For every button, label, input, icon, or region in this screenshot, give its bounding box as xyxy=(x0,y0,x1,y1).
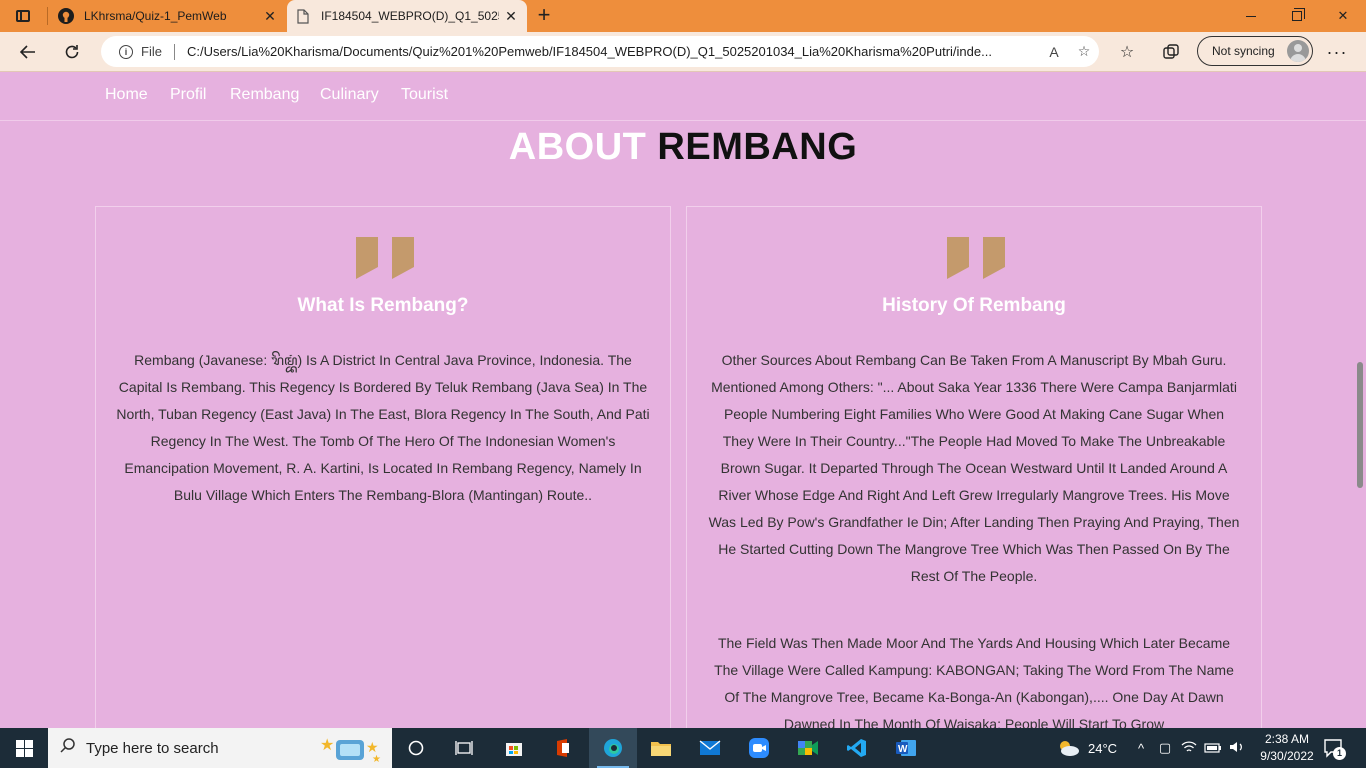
search-highlight-icon: ★ ★ ★ xyxy=(320,737,381,764)
avatar xyxy=(1287,40,1309,62)
reload-icon xyxy=(65,45,79,59)
vscode-icon[interactable] xyxy=(833,728,881,768)
back-arrow-icon xyxy=(20,45,35,59)
title-about: ABOUT xyxy=(508,126,647,168)
card-heading: History Of Rembang xyxy=(882,295,1066,316)
github-icon xyxy=(58,8,74,24)
minimize-button[interactable] xyxy=(1228,0,1274,32)
nav-profil[interactable]: Profil xyxy=(170,86,206,104)
tab-github[interactable]: LKhrsma/Quiz-1_PemWeb ✕ xyxy=(50,0,286,32)
cortana-icon[interactable] xyxy=(392,728,440,768)
weather-temp: 24°C xyxy=(1088,740,1118,756)
edge-icon[interactable] xyxy=(589,728,637,768)
tab-strip: LKhrsma/Quiz-1_PemWeb ✕ IF184504_WEBPRO(… xyxy=(0,0,1366,32)
scrollbar-thumb[interactable] xyxy=(1357,362,1363,488)
task-view-icon[interactable] xyxy=(440,728,488,768)
file-label: File xyxy=(141,44,162,59)
svg-text:W: W xyxy=(898,744,908,755)
nav-culinary[interactable]: Culinary xyxy=(320,86,379,104)
site-info-icon[interactable]: i xyxy=(119,44,133,59)
nav-tourist[interactable]: Tourist xyxy=(401,86,448,104)
page-title: ABOUT REMBANG xyxy=(0,126,1366,169)
tab-close-icon[interactable]: ✕ xyxy=(499,4,523,28)
network-icon[interactable] xyxy=(1177,740,1201,757)
quote-icon xyxy=(356,237,414,279)
reload-button[interactable] xyxy=(57,37,87,67)
notification-badge: 1 xyxy=(1333,747,1346,760)
nav-rembang[interactable]: Rembang xyxy=(230,86,299,104)
tab-actions-icon xyxy=(16,10,30,22)
new-tab-button[interactable]: + xyxy=(532,4,556,28)
taskbar-search[interactable]: Type here to search ★ ★ ★ xyxy=(48,728,392,768)
weather-widget[interactable]: 24°C xyxy=(1056,728,1117,768)
more-menu-icon[interactable]: ··· xyxy=(1322,37,1352,67)
collections-icon[interactable] xyxy=(1156,37,1186,67)
page-viewport: Home Profil Rembang Culinary Tourist ABO… xyxy=(0,72,1366,728)
notification-center-button[interactable]: 1 xyxy=(1322,736,1346,760)
address-bar-row: i File C:/Users/Lia%20Kharisma/Documents… xyxy=(0,32,1366,72)
search-placeholder: Type here to search xyxy=(86,739,219,757)
tab-title: LKhrsma/Quiz-1_PemWeb xyxy=(84,9,227,23)
quote-icon xyxy=(947,237,1005,279)
volume-icon[interactable] xyxy=(1225,740,1249,757)
show-hidden-icons-icon[interactable]: ^ xyxy=(1133,741,1149,756)
store-icon[interactable] xyxy=(490,728,538,768)
card-paragraph: Other Sources About Rembang Can Be Taken… xyxy=(708,352,1240,584)
weather-icon xyxy=(1060,741,1079,756)
close-window-button[interactable]: ✕ xyxy=(1320,0,1366,32)
meet-icon[interactable] xyxy=(784,728,832,768)
read-aloud-icon[interactable]: A xyxy=(1039,44,1069,60)
word-icon[interactable]: W xyxy=(882,728,930,768)
restore-button[interactable] xyxy=(1274,0,1320,32)
tab-actions-button[interactable] xyxy=(8,4,38,28)
tab-separator xyxy=(47,7,48,25)
card-what-is-rembang: What Is Rembang? Rembang (Javanese: ꦫꦼꦩ꧀… xyxy=(95,206,671,728)
file-icon xyxy=(295,8,311,24)
svg-text:★: ★ xyxy=(320,737,334,754)
card-paragraph: Rembang (Javanese: ꦫꦼꦩ꧀ꦧꦁ) Is A District… xyxy=(116,352,650,503)
profile-label: Not syncing xyxy=(1212,44,1275,58)
restore-icon xyxy=(1292,8,1305,21)
favorites-icon[interactable]: ☆ xyxy=(1112,37,1142,67)
mail-icon[interactable] xyxy=(686,728,734,768)
page-scrollbar[interactable] xyxy=(1354,72,1366,728)
card-heading: What Is Rembang? xyxy=(297,295,469,316)
card-history-of-rembang: History Of Rembang Other Sources About R… xyxy=(686,206,1262,728)
search-icon xyxy=(60,737,76,759)
file-explorer-icon[interactable] xyxy=(637,728,685,768)
office-icon[interactable] xyxy=(539,728,587,768)
url-text[interactable]: C:/Users/Lia%20Kharisma/Documents/Quiz%2… xyxy=(187,44,1039,59)
address-separator xyxy=(173,43,175,60)
tab-close-icon[interactable]: ✕ xyxy=(258,4,282,28)
clock-time: 2:38 AM xyxy=(1264,732,1310,746)
back-button[interactable] xyxy=(13,37,43,67)
windows-icon xyxy=(15,739,33,757)
svg-text:★: ★ xyxy=(372,754,381,764)
tab-active-page[interactable]: IF184504_WEBPRO(D)_Q1_5025201034_Lia Kha… xyxy=(287,0,527,32)
meet-now-icon[interactable]: ▢ xyxy=(1153,740,1177,756)
tray-icons: ^ ▢ xyxy=(1133,728,1249,768)
profile-button[interactable]: Not syncing xyxy=(1197,36,1313,66)
add-favorite-icon[interactable]: ☆ xyxy=(1069,43,1099,60)
card-paragraph: The Field Was Then Made Moor And The Yar… xyxy=(714,635,1234,728)
start-button[interactable] xyxy=(0,728,48,768)
minimize-icon xyxy=(1246,15,1256,17)
nav-home[interactable]: Home xyxy=(105,86,148,104)
tab-title: IF184504_WEBPRO(D)_Q1_5025201034_Lia Kha… xyxy=(321,9,499,23)
zoom-icon[interactable] xyxy=(735,728,783,768)
taskbar: Type here to search ★ ★ ★ W 24°C ^ ▢ 2:3… xyxy=(0,728,1366,768)
address-bar[interactable]: i File C:/Users/Lia%20Kharisma/Documents… xyxy=(101,36,1099,67)
site-navbar: Home Profil Rembang Culinary Tourist xyxy=(0,72,1366,121)
title-rembang: REMBANG xyxy=(657,126,858,168)
system-clock[interactable]: 2:38 AM 9/30/2022 xyxy=(1252,731,1322,765)
battery-icon[interactable] xyxy=(1201,741,1225,756)
svg-text:★: ★ xyxy=(366,739,379,755)
clock-date: 9/30/2022 xyxy=(1260,749,1314,763)
